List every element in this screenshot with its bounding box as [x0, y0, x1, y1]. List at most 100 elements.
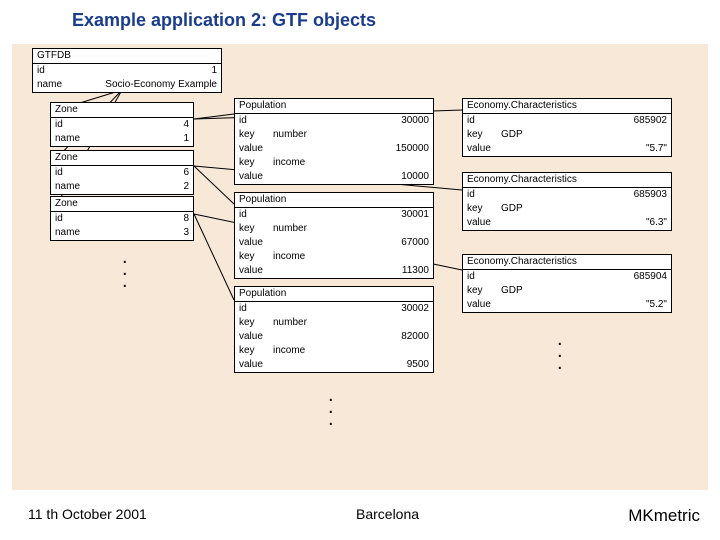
field-value: 6 — [85, 166, 193, 180]
population-header: Population — [235, 99, 433, 114]
field-label: id — [463, 188, 497, 202]
field-label: name — [51, 226, 85, 240]
field-value — [313, 316, 433, 330]
field-value — [313, 128, 433, 142]
field-value — [313, 250, 433, 264]
field-label: id — [235, 302, 269, 316]
field-label: value — [235, 142, 269, 156]
population-box: Population id30001 keynumber value67000 … — [234, 192, 434, 279]
field-value: 685903 — [497, 188, 671, 202]
population-box: Population id30002 keynumber value82000 … — [234, 286, 434, 373]
field-value — [313, 156, 433, 170]
field-value: 1 — [85, 132, 193, 146]
field-value: 1 — [67, 64, 221, 78]
field-label: value — [463, 142, 497, 156]
field-value: 2 — [85, 180, 193, 194]
zone-box: Zone id4 name1 — [50, 102, 194, 147]
zone-box: Zone id8 name3 — [50, 196, 194, 241]
field-value: Socio-Economy Example — [67, 78, 221, 92]
slide-title: Example application 2: GTF objects — [72, 10, 376, 31]
economy-header: Economy.Characteristics — [463, 255, 671, 270]
gtfdb-box: GTFDB id 1 name Socio-Economy Example — [32, 48, 222, 93]
field-label: key — [235, 156, 269, 170]
field-label: value — [235, 264, 269, 278]
field-mid: GDP — [497, 202, 541, 216]
field-value: 3 — [85, 226, 193, 240]
field-label: id — [463, 114, 497, 128]
ellipsis-icon: ... — [557, 336, 563, 366]
field-value: 82000 — [269, 330, 433, 344]
ellipsis-icon: ... — [328, 392, 334, 422]
field-label: value — [235, 236, 269, 250]
field-mid: income — [269, 156, 313, 170]
footer-place: Barcelona — [356, 506, 419, 526]
field-value: 30001 — [269, 208, 433, 222]
population-header: Population — [235, 193, 433, 208]
field-label: id — [235, 114, 269, 128]
field-mid: GDP — [497, 128, 541, 142]
field-value: 4 — [85, 118, 193, 132]
field-value: 30000 — [269, 114, 433, 128]
slide-footer: 11 th October 2001 Barcelona MKmetric — [0, 506, 720, 526]
field-value: "6.3" — [497, 216, 671, 230]
field-value: 9500 — [269, 358, 433, 372]
field-mid: number — [269, 222, 313, 236]
economy-box: Economy.Characteristics id685904 keyGDP … — [462, 254, 672, 313]
field-mid: income — [269, 344, 313, 358]
field-mid: number — [269, 316, 313, 330]
field-label: value — [235, 330, 269, 344]
field-label: key — [235, 316, 269, 330]
field-value: 8 — [85, 212, 193, 226]
field-label: key — [235, 222, 269, 236]
field-label: key — [463, 202, 497, 216]
field-label: key — [235, 250, 269, 264]
field-label: value — [463, 216, 497, 230]
field-value — [541, 202, 671, 216]
population-box: Population id30000 keynumber value150000… — [234, 98, 434, 185]
zone-header: Zone — [51, 103, 193, 118]
zone-header: Zone — [51, 151, 193, 166]
field-label: id — [235, 208, 269, 222]
field-mid: GDP — [497, 284, 541, 298]
field-value — [313, 344, 433, 358]
field-label: name — [51, 132, 85, 146]
field-label: value — [235, 358, 269, 372]
field-label: key — [235, 128, 269, 142]
field-label: name — [51, 180, 85, 194]
footer-date: 11 th October 2001 — [28, 506, 147, 526]
field-label: key — [463, 284, 497, 298]
field-value: 11300 — [269, 264, 433, 278]
field-label: id — [51, 166, 85, 180]
field-value: 10000 — [269, 170, 433, 184]
field-value: 30002 — [269, 302, 433, 316]
field-value: 685904 — [497, 270, 671, 284]
footer-brand: MKmetric — [628, 506, 700, 526]
economy-box: Economy.Characteristics id685902 keyGDP … — [462, 98, 672, 157]
field-label: id — [51, 118, 85, 132]
economy-header: Economy.Characteristics — [463, 173, 671, 188]
diagram-canvas: GTFDB id 1 name Socio-Economy Example Zo… — [12, 44, 708, 490]
field-value: 685902 — [497, 114, 671, 128]
field-value — [541, 128, 671, 142]
field-value — [541, 284, 671, 298]
field-label: key — [463, 128, 497, 142]
field-label: id — [33, 64, 67, 78]
zone-header: Zone — [51, 197, 193, 212]
field-label: name — [33, 78, 67, 92]
field-value — [313, 222, 433, 236]
field-label: value — [235, 170, 269, 184]
field-mid: number — [269, 128, 313, 142]
population-header: Population — [235, 287, 433, 302]
zone-box: Zone id6 name2 — [50, 150, 194, 195]
economy-box: Economy.Characteristics id685903 keyGDP … — [462, 172, 672, 231]
field-label: id — [51, 212, 85, 226]
field-mid: income — [269, 250, 313, 264]
field-value: "5.2" — [497, 298, 671, 312]
gtfdb-header: GTFDB — [33, 49, 221, 64]
field-value: "5.7" — [497, 142, 671, 156]
field-label: value — [463, 298, 497, 312]
ellipsis-icon: ... — [122, 254, 128, 284]
field-label: key — [235, 344, 269, 358]
field-label: id — [463, 270, 497, 284]
economy-header: Economy.Characteristics — [463, 99, 671, 114]
